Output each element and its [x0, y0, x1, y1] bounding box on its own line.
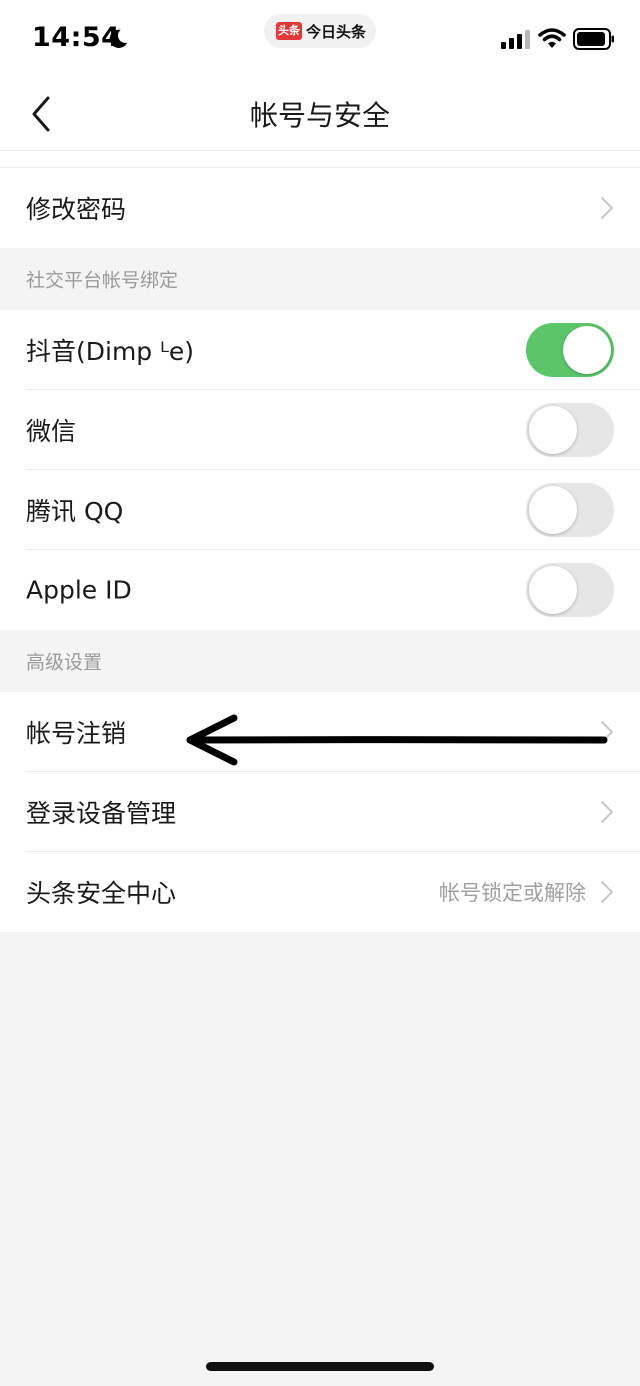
section-title-advanced: 高级设置 — [26, 651, 103, 674]
wechat-binding-row: 微信 — [0, 390, 640, 470]
apple-id-toggle[interactable] — [526, 563, 614, 617]
status-bar: 14:54 头条 今日头条 — [0, 0, 640, 78]
apple-id-binding-row: Apple ID — [0, 550, 640, 630]
toggle-knob — [563, 326, 611, 374]
app-name: 今日头条 — [306, 23, 367, 41]
page-title: 帐号与安全 — [249, 99, 390, 132]
apple-id-label: Apple ID — [26, 575, 132, 605]
change-password-label: 修改密码 — [26, 195, 127, 224]
moon-icon — [109, 29, 128, 48]
navigation-bar: 帐号与安全 — [0, 78, 640, 151]
security-center-value: 帐号锁定或解除 — [439, 881, 586, 905]
chevron-right-icon — [601, 197, 613, 219]
douyin-label: 抖音(Dimp ᴸe) — [26, 337, 195, 366]
toggle-knob — [529, 566, 577, 614]
toggle-knob — [529, 486, 577, 534]
home-indicator[interactable] — [206, 1362, 434, 1371]
section-header-advanced: 高级设置 — [0, 630, 640, 692]
wechat-toggle[interactable] — [526, 403, 614, 457]
wechat-label: 微信 — [26, 417, 77, 446]
device-manage-label: 登录设备管理 — [26, 799, 177, 828]
scrolled-row-remnant — [0, 151, 640, 168]
qq-toggle[interactable] — [526, 483, 614, 537]
douyin-toggle[interactable] — [526, 323, 614, 377]
account-cancel-label: 帐号注销 — [26, 719, 127, 748]
douyin-binding-row: 抖音(Dimp ᴸe) — [0, 310, 640, 390]
change-password-row[interactable]: 修改密码 — [0, 168, 640, 248]
battery-icon — [573, 28, 614, 50]
security-center-label: 头条安全中心 — [26, 879, 177, 908]
app-return-pill[interactable]: 头条 今日头条 — [264, 14, 376, 48]
chevron-right-icon — [601, 881, 613, 903]
cellular-signal-icon — [501, 30, 530, 49]
security-center-row[interactable]: 头条安全中心 帐号锁定或解除 — [0, 852, 640, 932]
qq-label: 腾讯 QQ — [26, 497, 124, 526]
toutiao-logo: 头条 — [276, 22, 302, 40]
section-header-social: 社交平台帐号绑定 — [0, 248, 640, 310]
section-title-social: 社交平台帐号绑定 — [26, 269, 179, 292]
device-manage-row[interactable]: 登录设备管理 — [0, 772, 640, 852]
qq-binding-row: 腾讯 QQ — [0, 470, 640, 550]
annotation-arrow-icon — [186, 714, 608, 766]
wifi-icon — [538, 28, 566, 48]
toggle-knob — [529, 406, 577, 454]
chevron-right-icon — [601, 801, 613, 823]
